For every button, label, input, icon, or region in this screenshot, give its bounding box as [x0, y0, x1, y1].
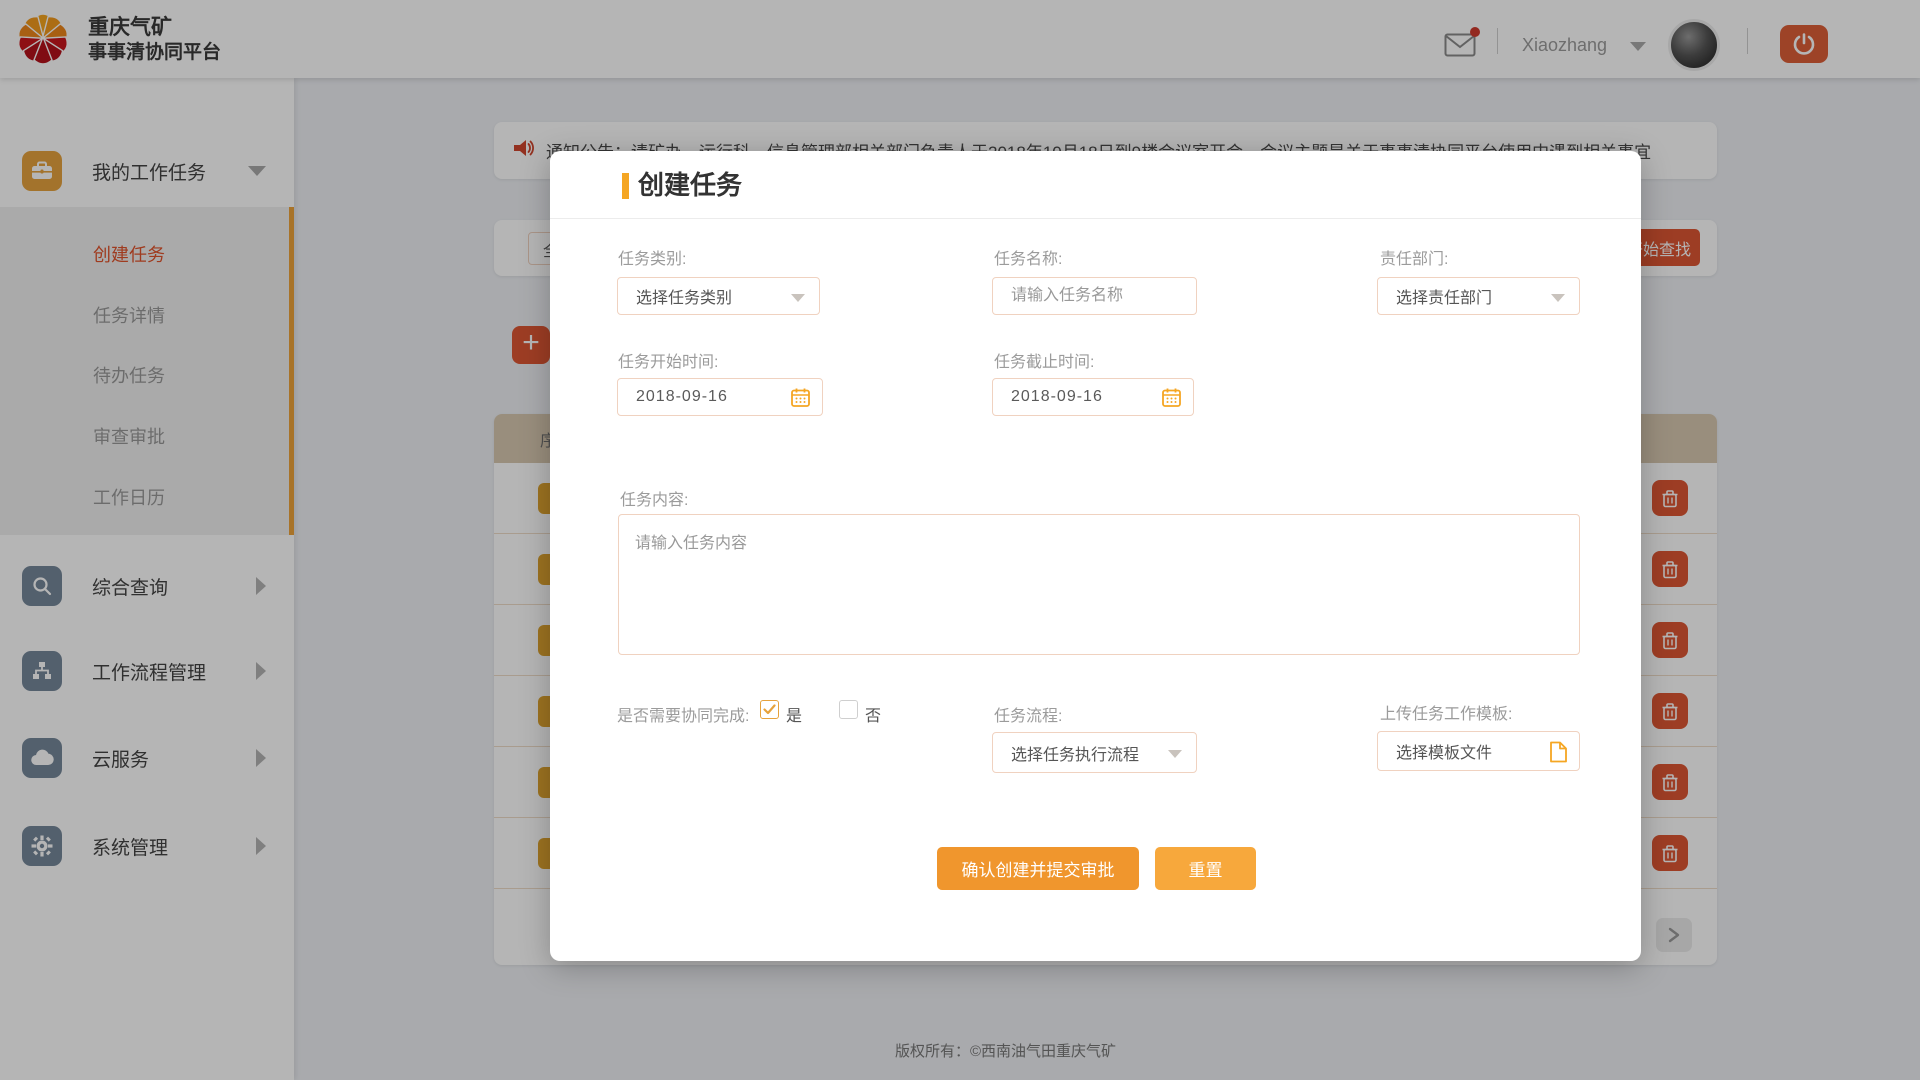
- dept-select[interactable]: 选择责任部门: [1377, 277, 1580, 315]
- title-accent-bar: [622, 173, 629, 199]
- end-date-label: 任务截止时间:: [994, 348, 1094, 372]
- start-date-picker[interactable]: 2018-09-16: [617, 378, 823, 416]
- modal-divider: [550, 218, 1641, 219]
- collab-yes-checkbox[interactable]: [760, 700, 779, 719]
- dept-label: 责任部门:: [1380, 245, 1448, 269]
- flow-select[interactable]: 选择任务执行流程: [992, 732, 1197, 773]
- collab-no-label: 否: [865, 702, 881, 726]
- end-date-value: 2018-09-16: [1011, 388, 1103, 406]
- chevron-down-icon: [1551, 294, 1565, 302]
- flow-label: 任务流程:: [994, 702, 1062, 726]
- confirm-submit-button[interactable]: 确认创建并提交审批: [937, 847, 1139, 890]
- template-label: 上传任务工作模板:: [1380, 700, 1512, 724]
- collab-yes-label: 是: [786, 702, 802, 726]
- calendar-icon: [790, 387, 811, 413]
- template-file-picker[interactable]: 选择模板文件: [1377, 731, 1580, 771]
- dept-value: 选择责任部门: [1396, 284, 1492, 308]
- task-category-value: 选择任务类别: [636, 284, 732, 308]
- collab-no-checkbox[interactable]: [839, 700, 858, 719]
- template-value: 选择模板文件: [1396, 739, 1492, 763]
- file-icon: [1549, 741, 1568, 768]
- calendar-icon: [1161, 387, 1182, 413]
- task-content-label: 任务内容:: [620, 486, 688, 510]
- check-icon: [763, 704, 776, 715]
- start-date-label: 任务开始时间:: [618, 348, 718, 372]
- create-task-modal: 创建任务 任务类别: 选择任务类别 任务名称: 责任部门: 选择责任部门 任务开…: [550, 151, 1641, 961]
- modal-title: 创建任务: [638, 165, 742, 202]
- flow-value: 选择任务执行流程: [1011, 741, 1139, 765]
- end-date-picker[interactable]: 2018-09-16: [992, 378, 1194, 416]
- reset-button[interactable]: 重置: [1155, 847, 1256, 890]
- chevron-down-icon: [791, 294, 805, 302]
- chevron-down-icon: [1168, 750, 1182, 758]
- app-window: 重庆气矿 事事清协同平台 Xiaozhang: [0, 0, 1920, 1080]
- collab-label: 是否需要协同完成:: [617, 702, 749, 726]
- task-category-label: 任务类别:: [618, 245, 686, 269]
- start-date-value: 2018-09-16: [636, 388, 728, 406]
- task-name-label: 任务名称:: [994, 245, 1062, 269]
- task-content-textarea[interactable]: [618, 514, 1580, 655]
- task-name-input[interactable]: [992, 277, 1197, 315]
- task-category-select[interactable]: 选择任务类别: [617, 277, 820, 315]
